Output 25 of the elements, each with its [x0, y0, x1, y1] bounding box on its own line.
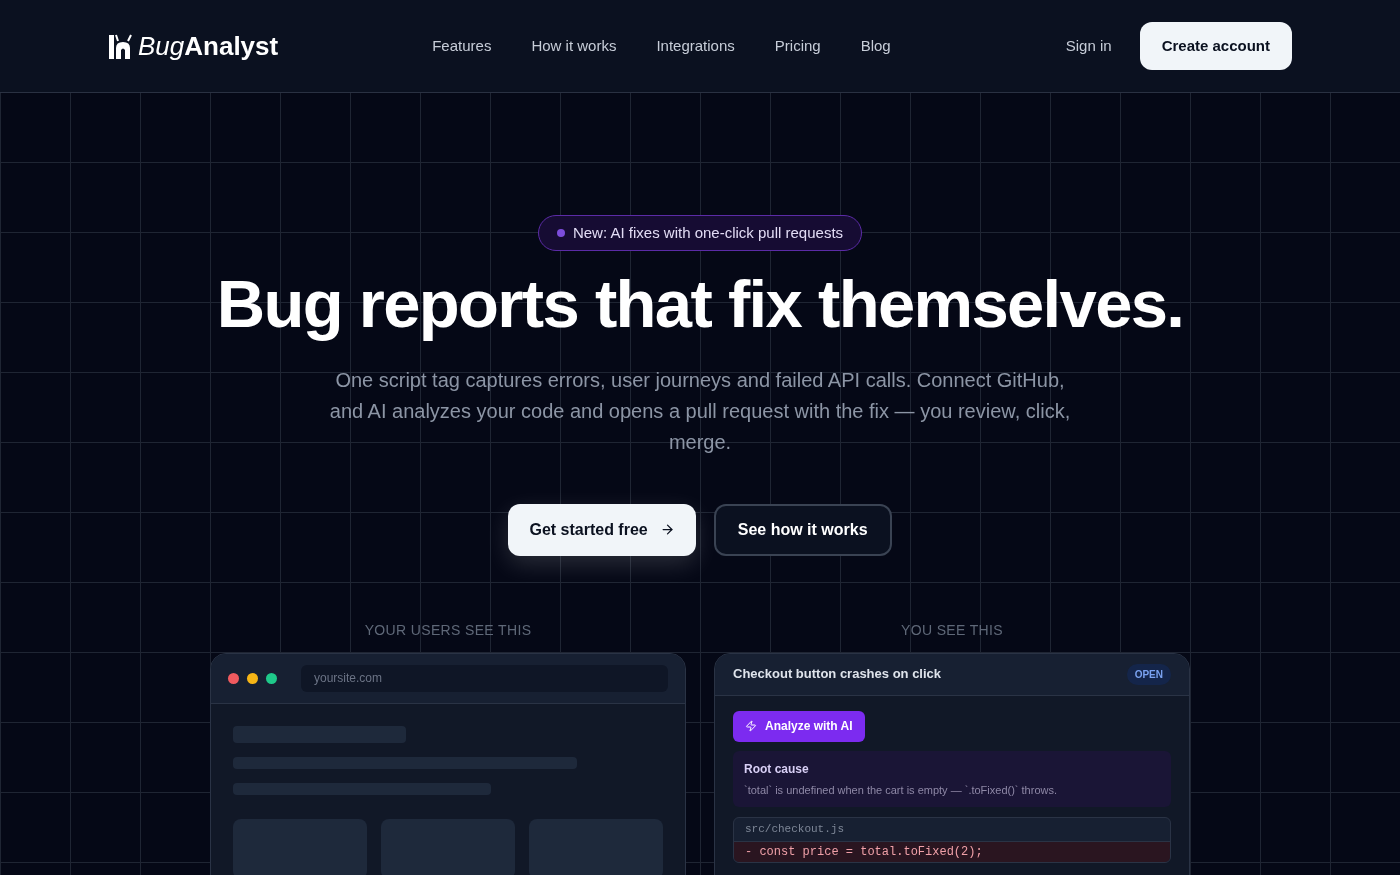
- announcement-badge[interactable]: New: AI fixes with one-click pull requests: [537, 215, 863, 251]
- hero-title: Bug reports that fix themselves.: [216, 267, 1184, 341]
- sign-in-link[interactable]: Sign in: [1065, 34, 1112, 58]
- panel-caption: YOUR USERS SEE THIS: [364, 620, 532, 640]
- analyze-with-ai-button[interactable]: Analyze with AI: [733, 710, 865, 742]
- nav-link[interactable]: Blog: [860, 34, 891, 58]
- lightning-icon: [745, 720, 757, 733]
- brand-name[interactable]: BugAnalyst: [138, 33, 279, 59]
- arrow-right-icon: [659, 522, 675, 538]
- file-name: src/checkout.js: [734, 818, 1170, 842]
- get-started-button[interactable]: Get started free: [508, 503, 696, 556]
- hero-subtitle: One script tag captures errors, user journeys and failed API calls. Connect GitHub, and AI analyzes your code and opens a pull request with the fix — you review, click, merge.: [328, 367, 1072, 455]
- see-how-button[interactable]: See how it works: [713, 503, 892, 556]
- address-bar: yoursite.com: [301, 664, 668, 692]
- create-account-button[interactable]: Create account: [1139, 22, 1292, 70]
- bug-logo-icon: [108, 32, 134, 60]
- nav-link[interactable]: Pricing: [774, 34, 821, 58]
- root-cause-title: Root cause: [744, 760, 810, 778]
- issue-title: Checkout button crashes on click: [733, 665, 942, 684]
- nav-link[interactable]: How it works: [531, 34, 617, 58]
- nav-link[interactable]: Integrations: [656, 34, 735, 58]
- nav-link[interactable]: Features: [432, 34, 492, 58]
- status-badge: OPEN: [1126, 663, 1171, 685]
- panel-caption: YOU SEE THIS: [901, 620, 1003, 640]
- root-cause-text: `total` is undefined when the cart is empty — `.toFixed()` throws.: [744, 782, 1058, 798]
